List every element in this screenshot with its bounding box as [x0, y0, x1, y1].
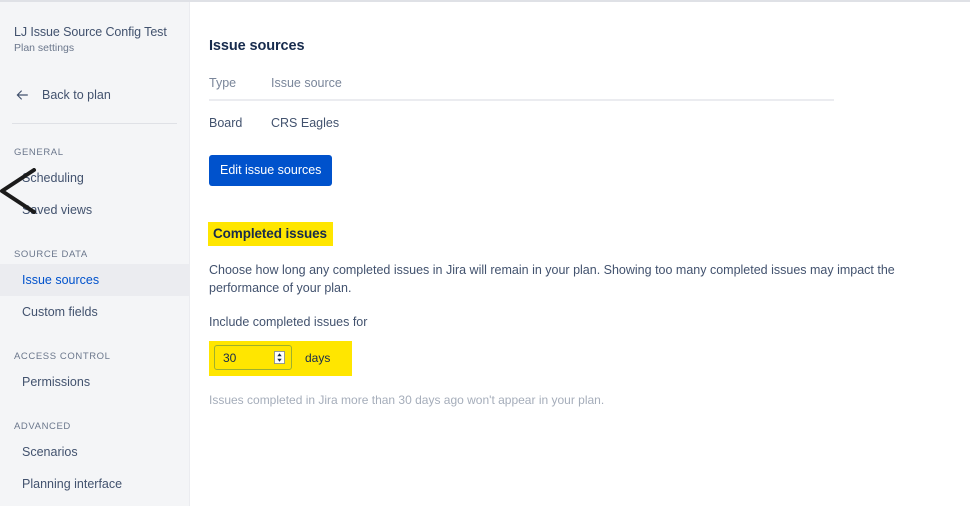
completed-issues-note: Issues completed in Jira more than 30 da…	[209, 393, 605, 407]
completed-days-input[interactable]: 30	[214, 345, 292, 370]
column-header-type: Type	[209, 76, 271, 101]
sidebar-divider	[12, 123, 177, 124]
sidebar-item-scenarios[interactable]: Scenarios	[0, 436, 189, 468]
settings-main-content: Issue sources Type Issue source Board CR…	[190, 0, 970, 506]
plan-header: LJ Issue Source Config Test Plan setting…	[0, 18, 189, 56]
sidebar-section-general: GENERAL	[14, 147, 64, 158]
page-title: LJ Issue Source Config Test	[14, 25, 167, 39]
edit-issue-sources-button[interactable]: Edit issue sources	[209, 155, 333, 186]
completed-days-value: 30	[223, 350, 237, 365]
completed-issues-section: Completed issues Choose how long any com…	[208, 222, 970, 408]
sidebar-section-advanced: ADVANCED	[14, 421, 71, 432]
completed-issues-description: Choose how long any completed issues in …	[209, 263, 895, 295]
plan-settings-page: LJ Issue Source Config Test Plan setting…	[0, 0, 970, 506]
cell-issue-source: CRS Eagles	[271, 116, 340, 130]
sidebar-item-saved-views[interactable]: Saved views	[0, 194, 189, 226]
table-row: Board CRS Eagles	[209, 100, 834, 130]
issue-sources-heading: Issue sources	[209, 38, 305, 54]
sidebar-item-permissions[interactable]: Permissions	[0, 366, 189, 398]
sidebar-item-scheduling[interactable]: Scheduling	[0, 162, 189, 194]
issue-sources-table: Type Issue source Board CRS Eagles	[209, 76, 834, 130]
settings-sidebar: LJ Issue Source Config Test Plan setting…	[0, 0, 190, 506]
completed-issues-heading: Completed issues	[208, 222, 333, 246]
sidebar-item-planning-interface[interactable]: Planning interface	[0, 468, 189, 500]
sidebar-item-issue-sources[interactable]: Issue sources	[0, 264, 189, 296]
completed-days-unit-label: days	[305, 350, 331, 365]
include-completed-issues-label: Include completed issues for	[209, 315, 368, 329]
sidebar-section-access-control: ACCESS CONTROL	[14, 351, 111, 362]
cell-type: Board	[209, 116, 243, 130]
table-header-row: Type Issue source	[209, 76, 834, 101]
window-top-border	[0, 0, 970, 2]
sidebar-item-custom-fields[interactable]: Custom fields	[0, 296, 189, 328]
arrow-left-icon	[16, 90, 28, 100]
sidebar-section-source-data: SOURCE DATA	[14, 249, 88, 260]
spinner-up-down-icon[interactable]	[274, 351, 285, 364]
page-subtitle: Plan settings	[14, 42, 75, 54]
back-to-plan-label: Back to plan	[42, 88, 111, 102]
back-to-plan-link[interactable]: Back to plan	[0, 84, 189, 106]
column-header-issue-source: Issue source	[271, 76, 834, 101]
completed-days-field-group: 30 days	[209, 341, 353, 376]
